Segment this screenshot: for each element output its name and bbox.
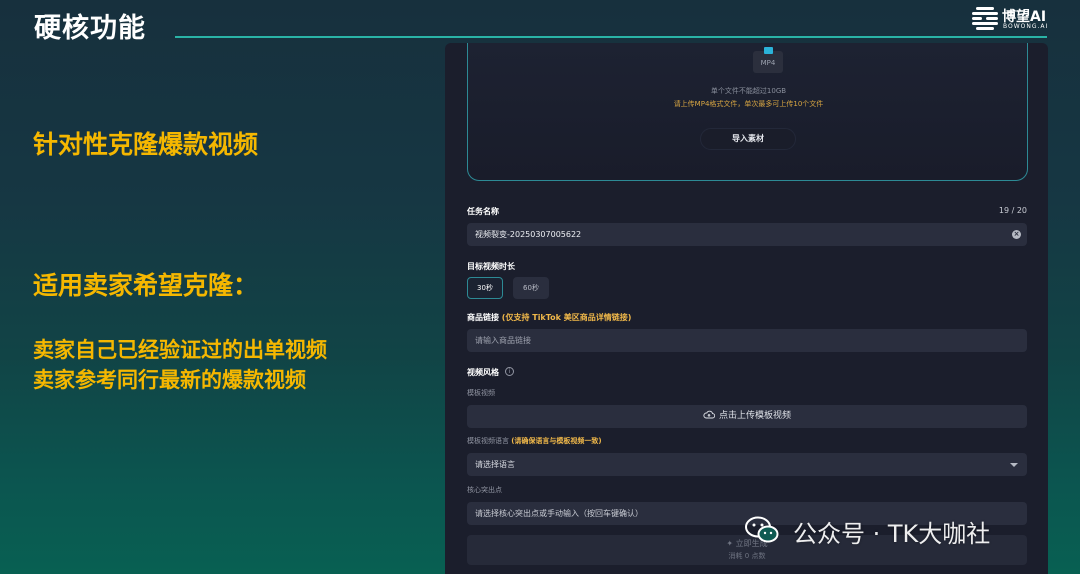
duration-option-30s[interactable]: 30秒 [467,277,503,299]
logo-subtitle: BOWONG.AI [1003,23,1049,30]
product-link-label: 商品链接 (仅支持 TikTok 美区商品详情链接) [467,312,631,323]
chevron-down-icon [1010,463,1018,467]
file-type-label: MP4 [760,59,776,67]
watermark-text: 公众号 · TK大咖社 [793,520,991,548]
mp4-file-icon: MP4 [753,47,783,73]
headline: 针对性克隆爆款视频 [33,130,259,159]
product-link-note: (仅支持 TikTok 美区商品详情链接) [501,313,632,322]
task-name-value: 视频裂变-20250307005622 [475,230,582,239]
cost-label: 消耗 0 点数 [728,552,766,560]
title-divider [175,36,1047,38]
language-select[interactable]: 请选择语言 [467,453,1027,476]
template-language-label-text: 模板视频语言 [467,437,509,445]
subheadline: 适用卖家希望克隆： [33,271,259,300]
duration-option-60s[interactable]: 60秒 [513,277,549,299]
task-form-panel: MP4 单个文件不能超过10GB 请上传MP4格式文件，单次最多可上传10个文件… [445,43,1048,574]
task-name-label: 任务名称 [467,207,499,216]
template-language-note: (请确保语言与模板视频一致) [511,437,602,445]
bullet-item: 卖家自己已经验证过的出单视频 [33,338,327,362]
upload-dropzone[interactable]: MP4 单个文件不能超过10GB 请上传MP4格式文件，单次最多可上传10个文件… [467,43,1028,181]
info-icon[interactable]: i [505,367,514,376]
bullet-item: 卖家参考同行最新的爆款视频 [33,368,306,392]
wechat-icon [745,516,779,543]
upload-template-label: 点击上传模板视频 [718,411,791,421]
product-link-label-text: 商品链接 [467,313,499,322]
task-name-input[interactable]: 视频裂变-20250307005622 × [467,223,1027,246]
char-counter: 19 / 20 [998,206,1027,215]
duration-label: 目标视频时长 [467,262,515,271]
import-material-button[interactable]: 导入素材 [700,128,796,150]
upload-template-button[interactable]: 点击上传模板视频 [467,405,1027,428]
cloud-upload-icon [703,410,715,419]
language-select-value: 请选择语言 [475,460,515,469]
product-link-input[interactable]: 请输入商品链接 [467,329,1027,352]
slide-title: 硬核功能 [34,13,146,44]
video-style-label: 视频风格 [467,368,499,377]
upload-format-hint: 请上传MP4格式文件，单次最多可上传10个文件 [673,100,824,108]
highlight-label: 核心突出点 [467,486,502,494]
logo-mark-icon [972,7,998,30]
template-language-label: 模板视频语言 (请确保语言与模板视频一致) [467,436,602,446]
brand-logo: 博望AI BOWONG.AI [970,5,1050,33]
clear-icon[interactable]: × [1012,230,1021,239]
upload-size-limit: 单个文件不能超过10GB [710,87,787,95]
template-video-label: 模板视频 [467,389,495,397]
